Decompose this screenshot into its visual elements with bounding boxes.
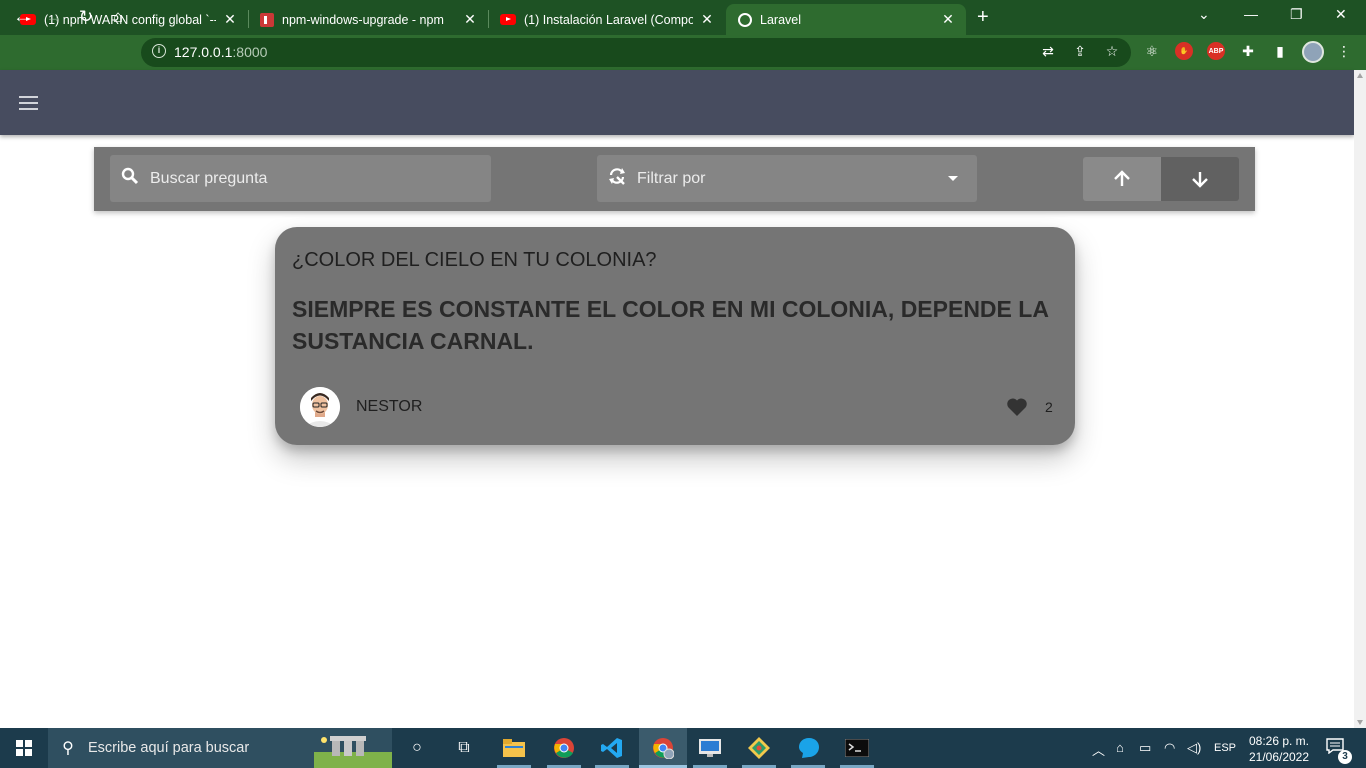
url-text[interactable]: 127.0.0.1:8000	[174, 44, 267, 60]
author-name: NESTOR	[356, 398, 423, 415]
page-scrollbar[interactable]	[1354, 70, 1366, 728]
notification-center-icon[interactable]: 3	[1326, 738, 1352, 764]
chrome-icon[interactable]	[550, 734, 578, 762]
filter-placeholder: Filtrar por	[637, 169, 706, 187]
profile-avatar[interactable]	[1302, 41, 1324, 63]
show-hidden-icons-chevron-icon[interactable]: ︿	[1092, 740, 1105, 759]
share-icon[interactable]: ⇪	[1071, 42, 1089, 60]
minimize-button[interactable]: —	[1244, 6, 1258, 22]
menu-kebab-icon[interactable]: ⋮	[1335, 42, 1353, 60]
chrome-profile-icon[interactable]	[649, 734, 677, 762]
arrow-up-icon	[1114, 170, 1130, 186]
gitkraken-icon[interactable]	[745, 734, 773, 762]
question-title: ¿COLOR DEL CIELO EN TU COLONIA?	[292, 249, 657, 271]
home-icon[interactable]: ⌂	[107, 7, 129, 27]
search-question-input[interactable]: Buscar pregunta	[110, 155, 491, 202]
tab-title: npm-windows-upgrade - npm	[282, 12, 444, 27]
tab-title: Laravel	[760, 12, 801, 27]
wifi-icon[interactable]: ◠	[1164, 740, 1175, 756]
youtube-icon	[500, 14, 516, 25]
url-port: :8000	[232, 44, 268, 60]
terminal-icon[interactable]	[843, 734, 871, 762]
tab-title: (1) Instalación Laravel (Composer	[524, 12, 693, 27]
block-extension-icon[interactable]: ✋	[1175, 42, 1193, 60]
react-devtools-icon[interactable]: ⚛	[1143, 42, 1161, 60]
sort-descending-button[interactable]	[1161, 157, 1239, 201]
clock-date: 21/06/2022	[1248, 750, 1310, 764]
tab-search-icon[interactable]: ⌄	[1198, 6, 1210, 23]
heart-icon[interactable]	[1006, 397, 1028, 417]
vscode-icon[interactable]	[598, 734, 626, 762]
extensions-puzzle-icon[interactable]: ✚	[1239, 42, 1257, 60]
file-explorer-icon[interactable]	[500, 734, 528, 762]
search-highlight-illustration	[314, 736, 392, 768]
url-host: 127.0.0.1	[174, 44, 233, 60]
address-bar[interactable]	[141, 38, 1131, 67]
arrow-down-icon	[1192, 172, 1208, 188]
close-window-button[interactable]: ✕	[1335, 6, 1347, 23]
app-header	[0, 70, 1354, 135]
search-icon	[110, 167, 150, 190]
clock-time: 08:26 p. m.	[1248, 734, 1310, 748]
npm-icon	[260, 12, 274, 27]
answer-text: SIEMPRE ES CONSTANTE EL COLOR EN MI COLO…	[292, 296, 1049, 354]
adblock-plus-icon[interactable]: ABP	[1207, 42, 1225, 60]
notification-badge: 3	[1338, 750, 1352, 764]
chevron-down-icon	[948, 176, 958, 181]
search-placeholder: Buscar pregunta	[150, 169, 268, 187]
taskbar-search-box[interactable]: ⚲ Escribe aquí para buscar	[48, 728, 392, 768]
bookmark-star-icon[interactable]: ☆	[1103, 42, 1121, 60]
remote-desktop-icon[interactable]	[696, 734, 724, 762]
input-language[interactable]: ESP	[1214, 742, 1236, 754]
sort-ascending-button[interactable]	[1083, 157, 1161, 201]
close-icon[interactable]: ✕	[699, 11, 715, 28]
side-panel-icon[interactable]: ▮	[1271, 42, 1289, 60]
close-icon[interactable]: ✕	[462, 11, 478, 28]
filter-select[interactable]: Filtrar por	[597, 155, 977, 202]
translate-icon[interactable]: ⇄	[1039, 42, 1057, 60]
reload-icon[interactable]: ↻	[75, 7, 97, 27]
back-arrow-icon[interactable]: ←	[11, 7, 33, 27]
start-button[interactable]	[0, 728, 48, 768]
globe-icon	[738, 12, 752, 27]
close-icon[interactable]: ✕	[222, 11, 238, 28]
browser-tab-active[interactable]: Laravel ✕	[726, 4, 966, 35]
site-info-icon[interactable]: i	[152, 44, 166, 58]
filter-sync-icon	[597, 167, 637, 190]
browser-tab[interactable]: (1) Instalación Laravel (Composer ✕	[488, 4, 725, 35]
sort-toggle-group	[1083, 157, 1239, 201]
tab-title: (1) npm WARN config global `--g	[44, 12, 216, 27]
battery-icon[interactable]: ▭	[1139, 740, 1151, 756]
forward-arrow-icon[interactable]: →	[43, 7, 65, 27]
browser-tab[interactable]: npm-windows-upgrade - npm ✕	[248, 4, 488, 35]
new-tab-button[interactable]: +	[977, 6, 989, 28]
search-icon: ⚲	[62, 740, 74, 757]
system-clock[interactable]: 08:26 p. m. 21/06/2022	[1244, 733, 1314, 765]
messenger-app-icon[interactable]	[795, 734, 823, 762]
restore-button[interactable]: ❐	[1290, 6, 1303, 23]
like-count: 2	[1045, 399, 1053, 415]
close-icon[interactable]: ✕	[940, 11, 956, 28]
hamburger-menu-icon[interactable]	[19, 96, 38, 110]
avatar[interactable]	[300, 387, 340, 427]
meet-now-icon[interactable]: ⌂	[1116, 740, 1124, 755]
task-view-icon[interactable]: ⧉	[450, 734, 478, 762]
taskbar-search-placeholder: Escribe aquí para buscar	[88, 740, 250, 756]
volume-icon[interactable]: ◁)	[1187, 740, 1201, 756]
windows-logo-icon	[16, 740, 32, 756]
cortana-icon[interactable]: ○	[403, 734, 431, 762]
